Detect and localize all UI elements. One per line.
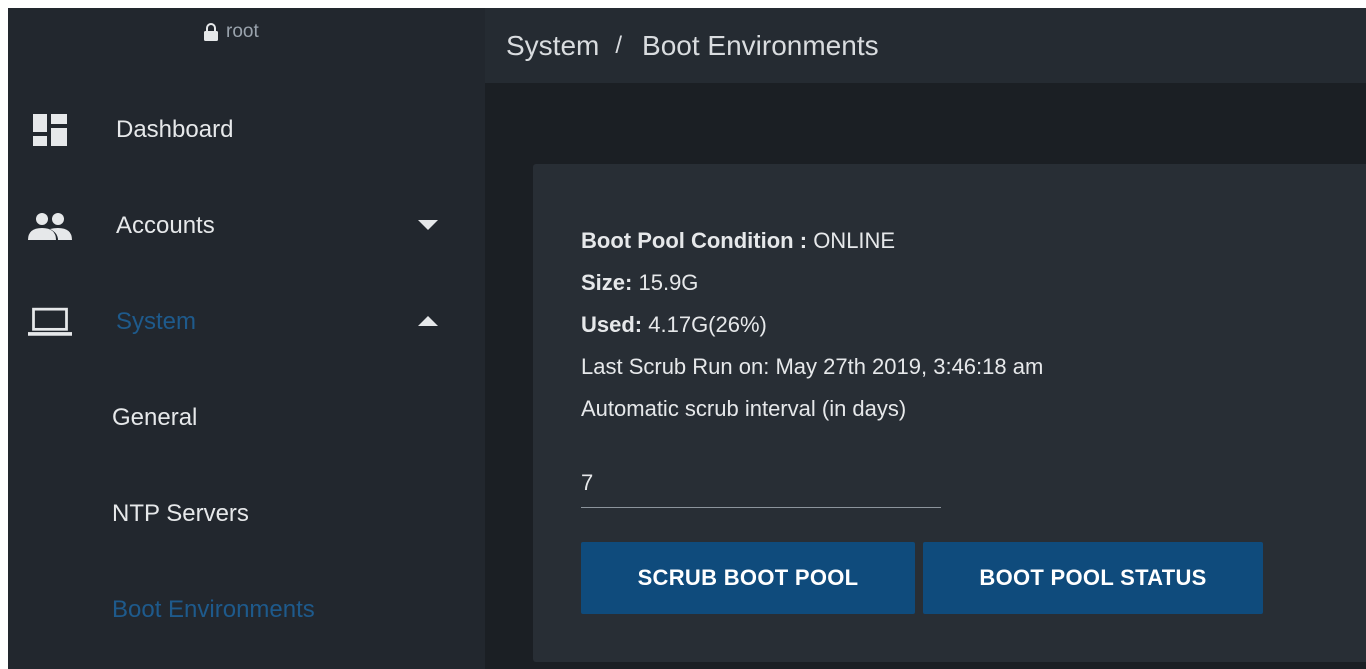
sidebar-subitem-label: Boot Environments bbox=[112, 596, 315, 623]
sidebar-subitem-general[interactable]: General bbox=[8, 386, 485, 450]
app-window: root Dashboard Accounts System General N… bbox=[8, 8, 1366, 669]
caret-down-icon[interactable] bbox=[416, 214, 440, 238]
people-icon bbox=[28, 204, 72, 248]
lock-icon bbox=[204, 23, 218, 41]
breadcrumb-current: Boot Environments bbox=[642, 29, 879, 61]
sidebar-subitem-boot-environments[interactable]: Boot Environments bbox=[8, 578, 485, 642]
sidebar-subitem-ntp-servers[interactable]: NTP Servers bbox=[8, 482, 485, 546]
sidebar-subitem-label: NTP Servers bbox=[112, 500, 249, 527]
pool-size-value: 15.9G bbox=[638, 270, 699, 295]
sidebar-item-label: Dashboard bbox=[116, 116, 234, 143]
pool-used-value: 4.17G(26%) bbox=[648, 312, 767, 337]
sidebar-subitem-label: General bbox=[112, 404, 198, 431]
pool-size-row: Size: 15.9G bbox=[581, 262, 1043, 304]
breadcrumb-parent[interactable]: System bbox=[506, 30, 599, 62]
pool-used-row: Used: 4.17G(26%) bbox=[581, 304, 1043, 346]
sidebar: root Dashboard Accounts System General N… bbox=[8, 8, 485, 669]
pool-size-label: Size: bbox=[581, 270, 633, 295]
scrub-interval-label: Automatic scrub interval (in days) bbox=[581, 396, 907, 421]
sidebar-item-system[interactable]: System bbox=[8, 290, 485, 354]
pool-condition-label: Boot Pool Condition : bbox=[581, 228, 808, 253]
scrub-boot-pool-button[interactable]: SCRUB BOOT POOL bbox=[581, 542, 915, 614]
boot-pool-card: Boot Pool Condition : ONLINE Size: 15.9G… bbox=[533, 164, 1366, 662]
sidebar-item-dashboard[interactable]: Dashboard bbox=[8, 98, 485, 162]
boot-pool-status-button[interactable]: BOOT POOL STATUS bbox=[923, 542, 1263, 614]
sidebar-item-label: System bbox=[116, 308, 197, 335]
laptop-icon bbox=[28, 300, 72, 344]
boot-pool-info: Boot Pool Condition : ONLINE Size: 15.9G… bbox=[581, 220, 1043, 430]
user-info: root bbox=[8, 8, 485, 72]
sidebar-item-label: Accounts bbox=[116, 212, 215, 239]
sidebar-item-accounts[interactable]: Accounts bbox=[8, 194, 485, 258]
scrub-interval-field bbox=[581, 459, 941, 508]
breadcrumb: System / Boot Environments bbox=[485, 8, 1366, 83]
breadcrumb-separator: / bbox=[615, 31, 623, 59]
pool-condition-value: ONLINE bbox=[813, 228, 896, 253]
pool-used-label: Used: bbox=[581, 312, 643, 337]
last-scrub-text: Last Scrub Run on: May 27th 2019, 3:46:1… bbox=[581, 354, 1044, 379]
dashboard-icon bbox=[28, 108, 72, 152]
pool-condition-row: Boot Pool Condition : ONLINE bbox=[581, 220, 1043, 262]
caret-up-icon[interactable] bbox=[416, 310, 440, 334]
username: root bbox=[226, 21, 259, 42]
scrub-interval-input[interactable] bbox=[581, 459, 941, 507]
